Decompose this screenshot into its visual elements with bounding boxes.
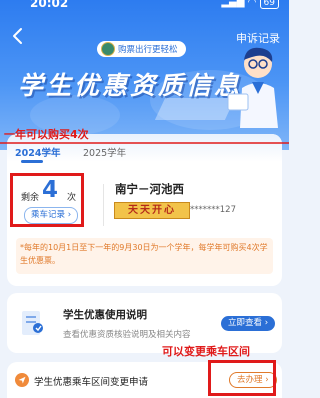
railway-logo-icon [101,42,115,56]
divider [103,184,104,226]
tab-2024[interactable]: 2024学年 [15,145,60,159]
navigation-icon [15,373,29,387]
student-mascot-icon [227,47,278,128]
banner-pill-text: 购票出行更轻松 [118,45,178,55]
page-title: 学生优惠资质信息 [18,71,243,100]
notice-text: *每年的10月1日至下一年的9月30日为一个学年，每学年可购买4次学生优惠票。 [16,238,273,274]
annotation-box-change [208,360,276,396]
annotation-note-quota: 一年可以购买4次 [4,128,89,141]
status-time: 20:02 [30,0,69,10]
status-icons: ▂▄▆ ◠ 69 [221,0,279,9]
name-mask-sticker: 天天开心 [114,202,190,219]
status-bar: 20:02 ▂▄▆ ◠ 69 [0,0,289,10]
route-stations: 南宁－河池西 [115,182,184,196]
annotation-note-change: 可以变更乘车区间 [162,345,250,358]
view-now-button[interactable]: 立即查看 › [221,316,276,331]
annotation-underline [0,142,289,144]
signal-icon: ▂▄▆ [221,0,245,8]
back-icon[interactable] [8,26,28,46]
active-tab-indicator [21,160,43,163]
guide-subtitle: 查看优惠资质核验说明及相关内容 [63,330,191,340]
battery-icon: 69 [259,0,279,9]
guide-title: 学生优惠使用说明 [63,309,147,321]
banner-pill: 购票出行更轻松 [97,41,186,57]
wifi-icon: ◠ [247,0,257,8]
document-guide-icon [22,311,43,335]
tab-2025[interactable]: 2025学年 [83,145,126,159]
annotation-box-quota [10,173,84,227]
change-interval-title: 学生优惠乘车区间变更申请 [34,377,149,388]
id-number-masked: *******127 [190,205,236,215]
